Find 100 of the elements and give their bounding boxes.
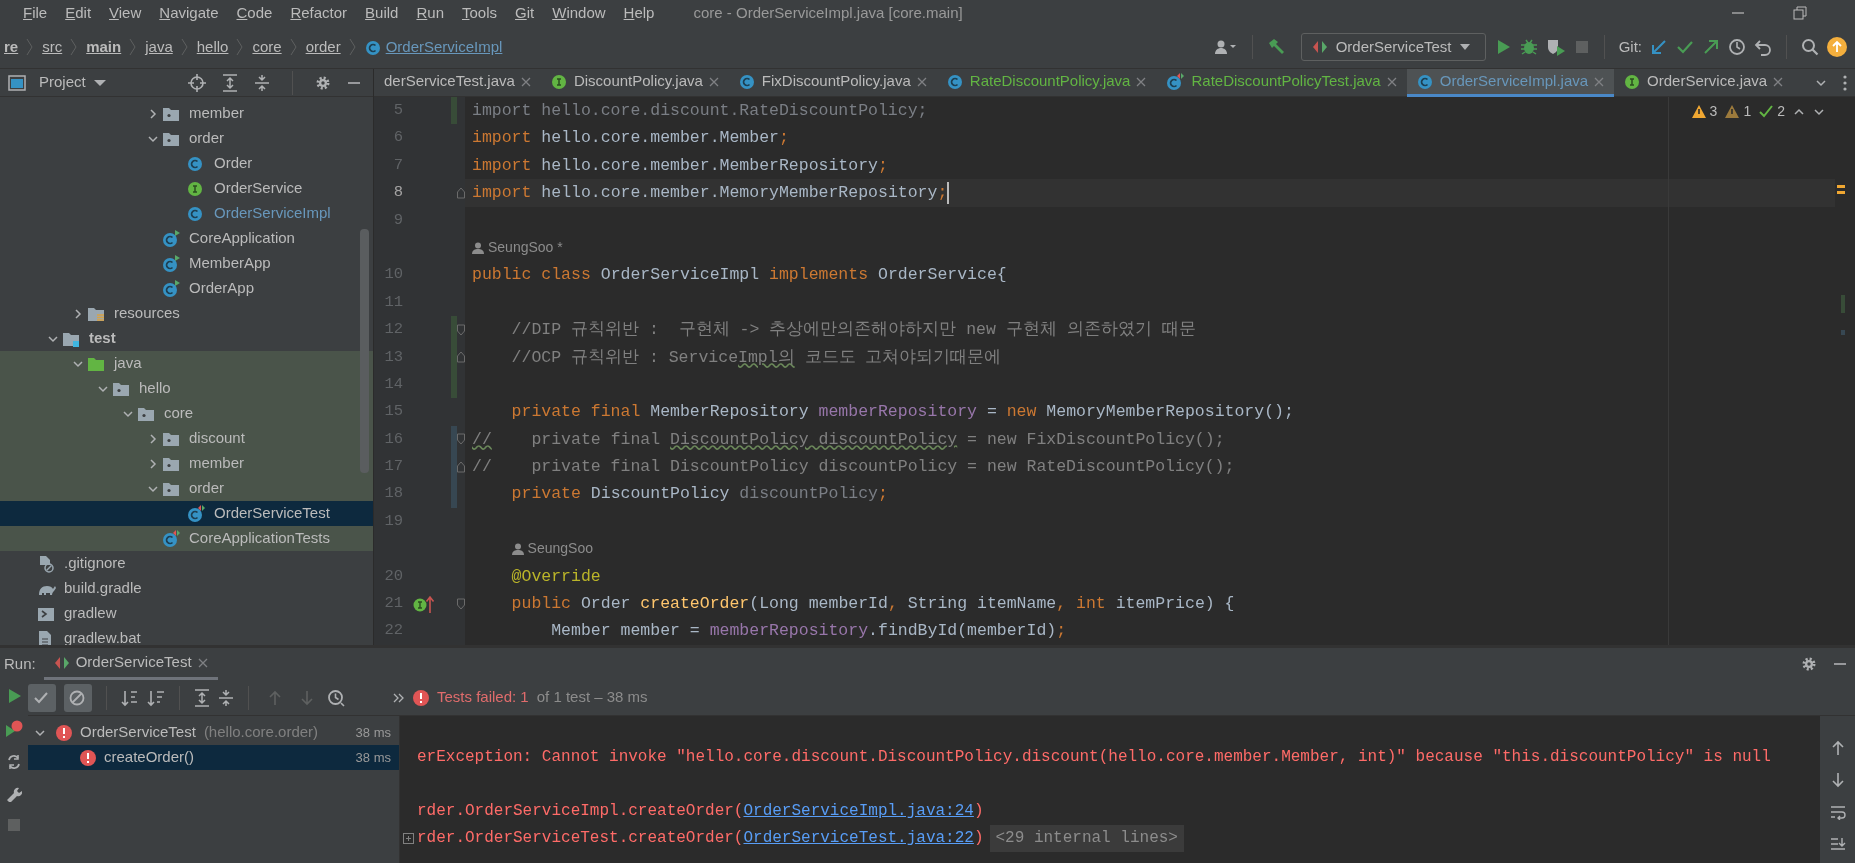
menu-item[interactable]: Git [506, 1, 544, 25]
tree-item[interactable]: java [0, 351, 373, 376]
tree-item[interactable]: OrderService [0, 176, 373, 201]
editor-tab[interactable]: RateDiscountPolicyTest.java [1156, 69, 1407, 97]
wrench-icon[interactable] [6, 786, 22, 802]
collapse-all-icon[interactable] [254, 73, 270, 92]
fold-icon[interactable] [457, 597, 465, 610]
fold-icon[interactable] [457, 460, 465, 473]
scroll-end-icon[interactable] [1829, 836, 1846, 852]
breadcrumb-item[interactable]: main [82, 35, 126, 59]
restore-icon[interactable] [1793, 6, 1807, 20]
tree-item[interactable]: core [0, 401, 373, 426]
fold-icon[interactable] [457, 433, 465, 446]
close-icon[interactable] [708, 76, 719, 87]
sort-icon[interactable] [147, 688, 165, 707]
close-icon[interactable] [916, 76, 927, 87]
tree-item[interactable]: OrderApp [0, 276, 373, 301]
toggle-button[interactable] [28, 683, 56, 712]
bug-icon[interactable] [1519, 38, 1538, 56]
stack-link[interactable]: OrderServiceTest.java:22 [743, 829, 974, 847]
folded-lines[interactable]: <29 internal lines> [989, 825, 1184, 852]
hammer-icon[interactable] [1266, 38, 1285, 56]
tree-item[interactable]: CoreApplicationTests [0, 526, 373, 551]
undo-icon[interactable] [1754, 38, 1772, 56]
settings-icon[interactable] [315, 74, 331, 91]
chevron-icon[interactable] [147, 457, 159, 470]
more-icon[interactable] [393, 692, 405, 703]
sync-icon[interactable] [6, 754, 22, 770]
tree-item[interactable]: member [0, 101, 373, 126]
menu-item[interactable]: Build [356, 1, 408, 25]
menu-item[interactable]: View [100, 1, 151, 25]
run-configuration-dropdown[interactable]: OrderServiceTest [1300, 33, 1486, 61]
author-hint[interactable]: SeungSoo * [472, 233, 563, 262]
breadcrumb-item[interactable]: core [248, 35, 286, 59]
chevron-icon[interactable] [147, 432, 159, 445]
tree-item[interactable]: gradlew [0, 601, 373, 626]
run-tab[interactable]: OrderServiceTest [43, 648, 218, 680]
collapse-all-icon[interactable] [218, 688, 234, 707]
tree-item[interactable]: resources [0, 301, 373, 326]
down-arrow-icon[interactable] [1829, 772, 1846, 788]
sort-icon[interactable] [121, 688, 139, 707]
coverage-icon[interactable] [1545, 38, 1566, 56]
editor-tab[interactable]: RateDiscountPolicy.java [936, 69, 1157, 97]
menu-item[interactable]: Help [614, 1, 664, 25]
inspection-count[interactable]: 3 [1691, 101, 1718, 122]
close-icon[interactable] [1386, 76, 1397, 87]
editor-tab[interactable]: derServiceTest.java [374, 69, 541, 97]
tree-item[interactable]: hello [0, 376, 373, 401]
change-marker[interactable] [451, 316, 457, 344]
change-marker[interactable] [451, 480, 457, 508]
tree-item[interactable]: Order [0, 151, 373, 176]
breadcrumb-item[interactable]: order [301, 35, 345, 59]
arrow-icon[interactable] [1702, 38, 1720, 56]
chevron-icon[interactable] [147, 107, 159, 120]
breadcrumb-item[interactable]: src [38, 35, 67, 59]
editor-tab[interactable]: OrderService.java [1614, 69, 1794, 97]
more-icon[interactable] [1843, 74, 1847, 91]
menu-item[interactable]: Code [227, 1, 282, 25]
clock-icon[interactable] [1728, 38, 1746, 56]
tree-item[interactable]: OrderServiceTest [0, 501, 373, 526]
change-marker[interactable] [451, 425, 457, 454]
breadcrumb-item[interactable]: hello [192, 35, 233, 59]
menu-item[interactable]: Window [543, 1, 615, 25]
chevron-icon[interactable] [72, 307, 84, 320]
update-icon[interactable] [1827, 37, 1847, 57]
implements-icon[interactable] [413, 594, 435, 613]
settings-icon[interactable] [1801, 656, 1817, 672]
test-result[interactable]: OrderServiceTest (hello.core.order) 38 ms [28, 720, 399, 745]
wrap-icon[interactable] [1829, 804, 1846, 820]
view-selector[interactable]: Project [34, 68, 111, 97]
menu-item[interactable]: Navigate [150, 1, 228, 25]
tree-item[interactable]: MemberApp [0, 251, 373, 276]
close-icon[interactable] [197, 657, 208, 668]
user-icon[interactable] [1213, 39, 1238, 55]
stack-link[interactable]: OrderServiceImpl.java:24 [743, 802, 974, 820]
expand-all-icon[interactable] [222, 73, 238, 92]
history-icon[interactable] [327, 688, 345, 707]
editor-tab[interactable]: FixDiscountPolicy.java [728, 69, 937, 97]
expand-all-icon[interactable] [194, 688, 210, 707]
fold-icon[interactable] [457, 323, 465, 336]
tree-item[interactable]: build.gradle [0, 576, 373, 601]
arrow-icon[interactable] [1650, 38, 1668, 56]
test-result[interactable]: createOrder() 38 ms [28, 745, 399, 770]
menu-item[interactable]: Tools [453, 1, 507, 25]
inspection-count[interactable]: 2 [1759, 101, 1785, 122]
expand-icon[interactable] [403, 833, 414, 844]
menu-item[interactable]: File [14, 1, 57, 25]
tree-item[interactable]: CoreApplication [0, 226, 373, 251]
change-marker[interactable] [451, 97, 457, 125]
editor-tab[interactable]: DiscountPolicy.java [540, 69, 729, 97]
tree-item[interactable]: order [0, 476, 373, 501]
toggle-button[interactable] [64, 683, 92, 712]
close-icon[interactable] [520, 76, 531, 87]
fold-icon[interactable] [457, 186, 465, 199]
locate-icon[interactable] [188, 73, 206, 92]
search-icon[interactable] [1801, 38, 1819, 56]
fold-icon[interactable] [457, 351, 465, 364]
inspection-count[interactable]: 1 [1725, 101, 1752, 122]
breadcrumb-item[interactable]: OrderServiceImpl [360, 35, 507, 59]
menu-item[interactable]: Edit [56, 1, 101, 25]
